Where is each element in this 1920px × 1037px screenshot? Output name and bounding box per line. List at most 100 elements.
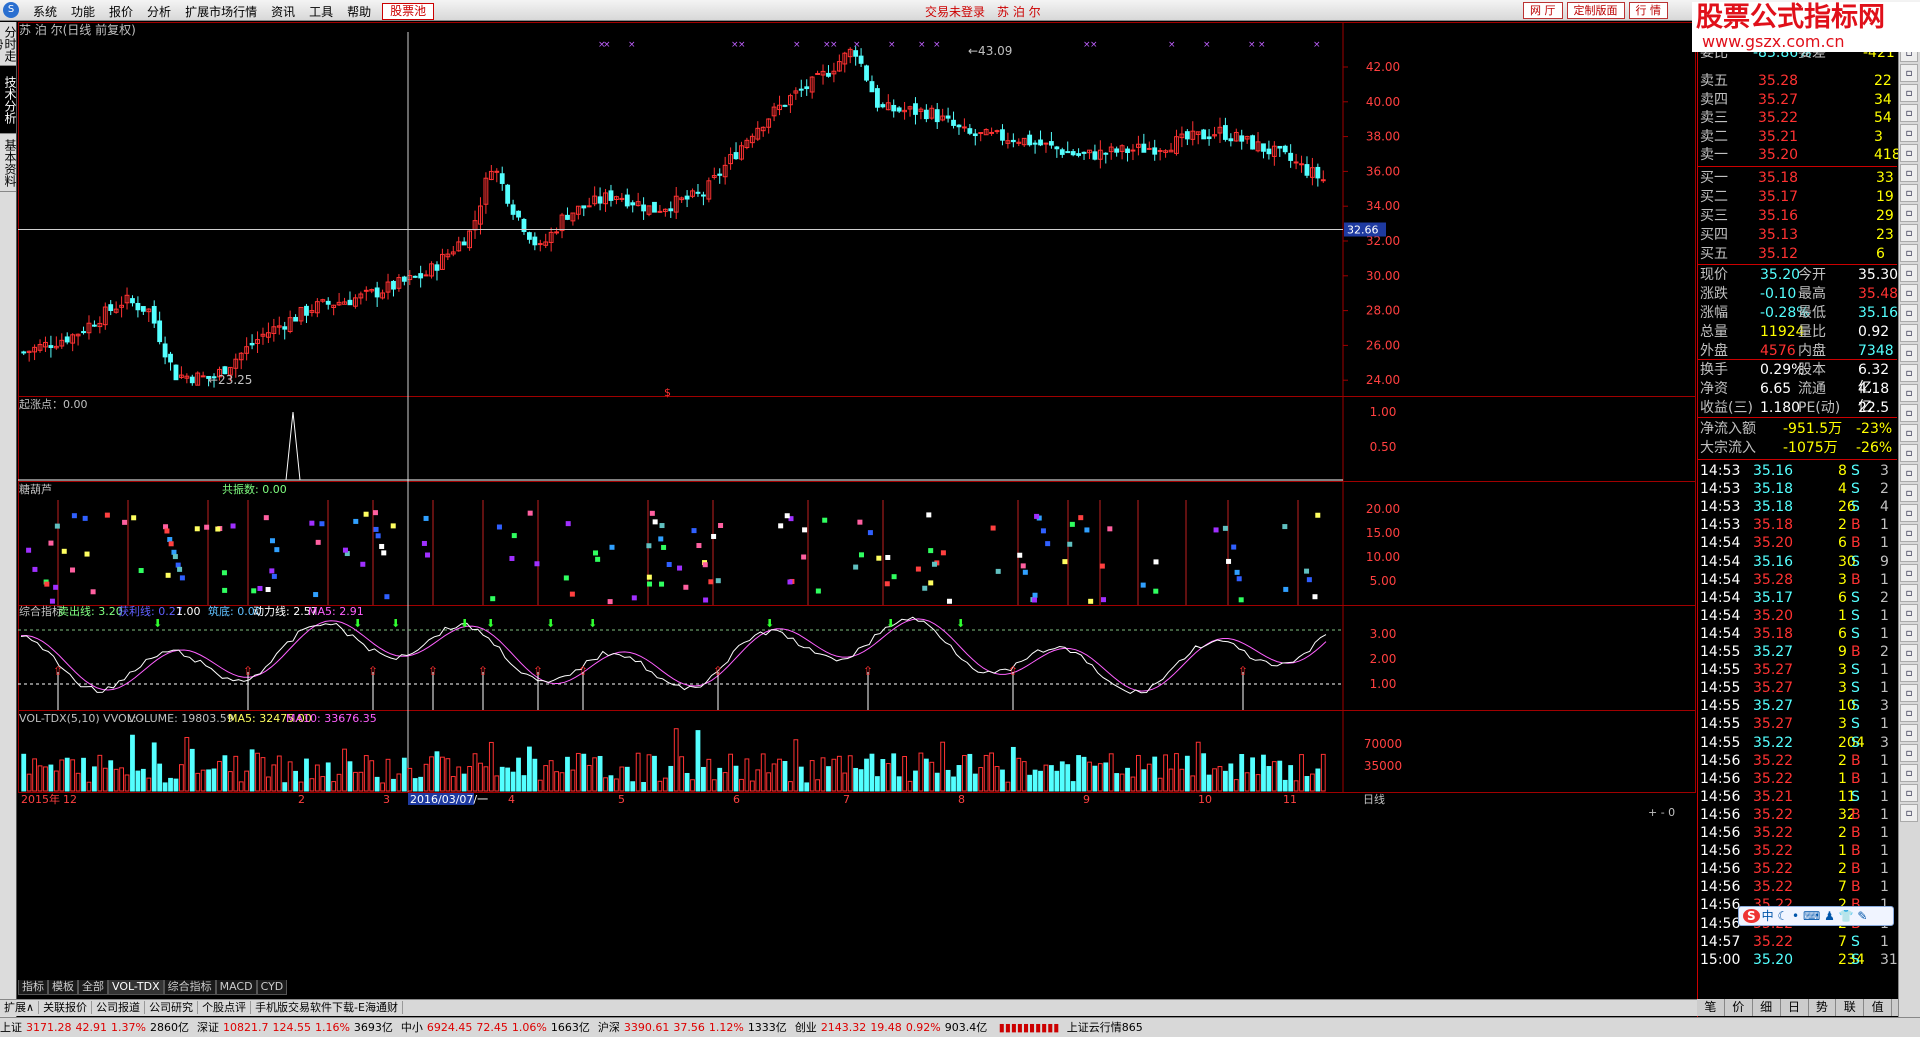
tool-icon[interactable]: ▫ bbox=[1900, 724, 1918, 742]
index-1[interactable]: 深证 10821.7 124.55 1.16% 3693亿 bbox=[197, 1021, 397, 1034]
tab-intraday[interactable]: 分时走势 bbox=[0, 22, 17, 66]
tool-icon[interactable]: ▫ bbox=[1900, 704, 1918, 722]
tool-icon[interactable]: ▫ bbox=[1900, 484, 1918, 502]
tool-icon[interactable]: ▫ bbox=[1900, 744, 1918, 762]
tool-icon[interactable]: ▫ bbox=[1900, 564, 1918, 582]
tool-icon[interactable]: ▫ bbox=[1900, 784, 1918, 802]
indicator-tab-4[interactable]: 综合指标 bbox=[163, 980, 216, 995]
tool-icon[interactable]: ▫ bbox=[1900, 104, 1918, 122]
top-button-0[interactable]: 网 厅 bbox=[1523, 2, 1563, 19]
ime-toolbar[interactable]: S中 ☾ • ⌨ ♟ 👕 ✎ bbox=[1738, 906, 1894, 926]
ask-volume: 3 bbox=[1874, 128, 1883, 145]
app-logo-icon[interactable]: S bbox=[3, 2, 19, 18]
tool-icon[interactable]: ▫ bbox=[1900, 304, 1918, 322]
tool-icon[interactable]: ▫ bbox=[1900, 404, 1918, 422]
cell: -26% bbox=[1856, 439, 1893, 456]
tool-icon[interactable]: ▫ bbox=[1900, 464, 1918, 482]
volume-bar bbox=[1000, 769, 1005, 792]
menu-item-7[interactable]: 帮助 bbox=[340, 3, 378, 20]
tool-icon[interactable]: ▫ bbox=[1900, 604, 1918, 622]
tool-icon[interactable]: ▫ bbox=[1900, 504, 1918, 522]
info-tab-3[interactable]: 公司研究 bbox=[145, 1001, 199, 1014]
panel-tab-3[interactable]: 日 bbox=[1781, 999, 1809, 1016]
indicator-tab-2[interactable]: 全部 bbox=[78, 980, 108, 995]
tool-icon[interactable]: ▫ bbox=[1900, 324, 1918, 342]
tool-icon[interactable]: ▫ bbox=[1900, 264, 1918, 282]
index-3[interactable]: 沪深 3390.61 37.56 1.12% 1333亿 bbox=[598, 1021, 791, 1034]
tool-icon[interactable]: ▫ bbox=[1900, 204, 1918, 222]
tool-icon[interactable]: ▫ bbox=[1900, 244, 1918, 262]
indicator-tab-1[interactable]: 模板 bbox=[48, 980, 78, 995]
tool-icon[interactable]: ▫ bbox=[1900, 444, 1918, 462]
tool-icon[interactable]: ▫ bbox=[1900, 424, 1918, 442]
tool-icon[interactable]: ▫ bbox=[1900, 164, 1918, 182]
tool-icon[interactable]: ▫ bbox=[1900, 764, 1918, 782]
menu-item-5[interactable]: 资讯 bbox=[264, 3, 302, 20]
tool-icon[interactable]: ▫ bbox=[1900, 364, 1918, 382]
info-tab-2[interactable]: 公司报道 bbox=[92, 1001, 146, 1014]
panel-tab-2[interactable]: 细 bbox=[1753, 999, 1781, 1016]
ask-label: 卖一 bbox=[1700, 147, 1728, 163]
tick-row: 14:53 35.16 8 S 3 bbox=[1698, 462, 1897, 480]
panel-tab-4[interactable]: 势 bbox=[1809, 999, 1837, 1016]
info-tab-1[interactable]: 关联报价 bbox=[39, 1001, 93, 1014]
ask-price: 35.20 bbox=[1758, 147, 1799, 163]
login-text[interactable]: 交易未登录 bbox=[925, 5, 985, 19]
stock-pool-button[interactable]: 股票池 bbox=[382, 3, 435, 20]
zh-up-arrow: ⇧ bbox=[1238, 664, 1248, 678]
menu-item-6[interactable]: 工具 bbox=[302, 3, 340, 20]
panel-tab-6[interactable]: 值 bbox=[1864, 999, 1893, 1016]
indicator-tab-0[interactable]: 指标 bbox=[18, 980, 48, 995]
tool-icon[interactable]: ▫ bbox=[1900, 84, 1918, 102]
zoom-controls[interactable]: + - 0 bbox=[1648, 806, 1675, 819]
thl-dot bbox=[1084, 527, 1090, 533]
indicator-tab-5[interactable]: MACD bbox=[215, 980, 257, 995]
tool-icon[interactable]: ▫ bbox=[1900, 224, 1918, 242]
info-tab-5[interactable]: 手机版交易软件下载-E海通财 bbox=[251, 1001, 403, 1014]
top-button-1[interactable]: 定制版面 bbox=[1566, 2, 1625, 19]
top-button-2[interactable]: 行 情 bbox=[1628, 2, 1668, 19]
period-label[interactable]: 日线 bbox=[1363, 792, 1385, 806]
menu-item-3[interactable]: 分析 bbox=[140, 3, 178, 20]
menu-item-4[interactable]: 扩展市场行情 bbox=[178, 3, 264, 20]
panel-tab-5[interactable]: 联 bbox=[1836, 999, 1865, 1016]
panel-tab-1[interactable]: 价 bbox=[1725, 999, 1753, 1016]
tool-icon[interactable]: ▫ bbox=[1900, 624, 1918, 642]
tick-side: B bbox=[1851, 825, 1861, 841]
kline-chart[interactable]: 42.00 40.00 38.00 36.00 34.00 3 2.00 30.00 28.00… bbox=[18, 22, 1696, 980]
tool-icon[interactable]: ▫ bbox=[1900, 524, 1918, 542]
tab-fundamentals[interactable]: 基本资料 bbox=[0, 134, 17, 192]
tool-icon[interactable]: ▫ bbox=[1900, 144, 1918, 162]
tool-icon[interactable]: ▫ bbox=[1900, 684, 1918, 702]
tab-technical[interactable]: 技术分析 bbox=[0, 66, 17, 134]
index-2[interactable]: 中小 6924.45 72.45 1.06% 1663亿 bbox=[401, 1021, 594, 1034]
menu-item-0[interactable]: 系统 bbox=[26, 3, 64, 20]
index-4[interactable]: 创业 2143.32 19.48 0.92% 903.4亿 bbox=[795, 1021, 991, 1034]
tool-icon[interactable]: ▫ bbox=[1900, 124, 1918, 142]
volume-bar bbox=[1239, 754, 1245, 792]
tool-icon[interactable]: ▫ bbox=[1900, 344, 1918, 362]
info-tab-0[interactable]: 扩展∧ bbox=[0, 1001, 40, 1014]
tool-icon[interactable]: ▫ bbox=[1900, 664, 1918, 682]
tool-icon[interactable]: ▫ bbox=[1900, 384, 1918, 402]
tool-icon[interactable]: ▫ bbox=[1900, 64, 1918, 82]
ime-mode[interactable]: 中 bbox=[1762, 909, 1774, 923]
volume-bar bbox=[168, 777, 173, 792]
tool-icon[interactable]: ▫ bbox=[1900, 644, 1918, 662]
indicator-tab-6[interactable]: CYD bbox=[256, 980, 288, 995]
tool-icon[interactable]: ▫ bbox=[1900, 544, 1918, 562]
thl-dot bbox=[595, 556, 601, 562]
menu-item-1[interactable]: 功能 bbox=[64, 3, 102, 20]
info-tab-4[interactable]: 个股点评 bbox=[198, 1001, 252, 1014]
tool-icon[interactable]: ▫ bbox=[1900, 184, 1918, 202]
tool-icon[interactable]: ▫ bbox=[1900, 284, 1918, 302]
tool-icon[interactable]: ▫ bbox=[1900, 804, 1918, 822]
menu-item-2[interactable]: 报价 bbox=[102, 3, 140, 20]
panel-tab-0[interactable]: 笔 bbox=[1697, 999, 1725, 1016]
candle-body bbox=[652, 201, 657, 213]
indicator-tab-3[interactable]: VOL-TDX bbox=[108, 980, 164, 995]
candle-body bbox=[168, 353, 173, 363]
index-0[interactable]: 上证 3171.28 42.91 1.37% 2860亿 bbox=[0, 1021, 193, 1034]
tool-icon[interactable]: ▫ bbox=[1900, 584, 1918, 602]
thl-sub: 共振数: 0.00 bbox=[222, 482, 287, 496]
